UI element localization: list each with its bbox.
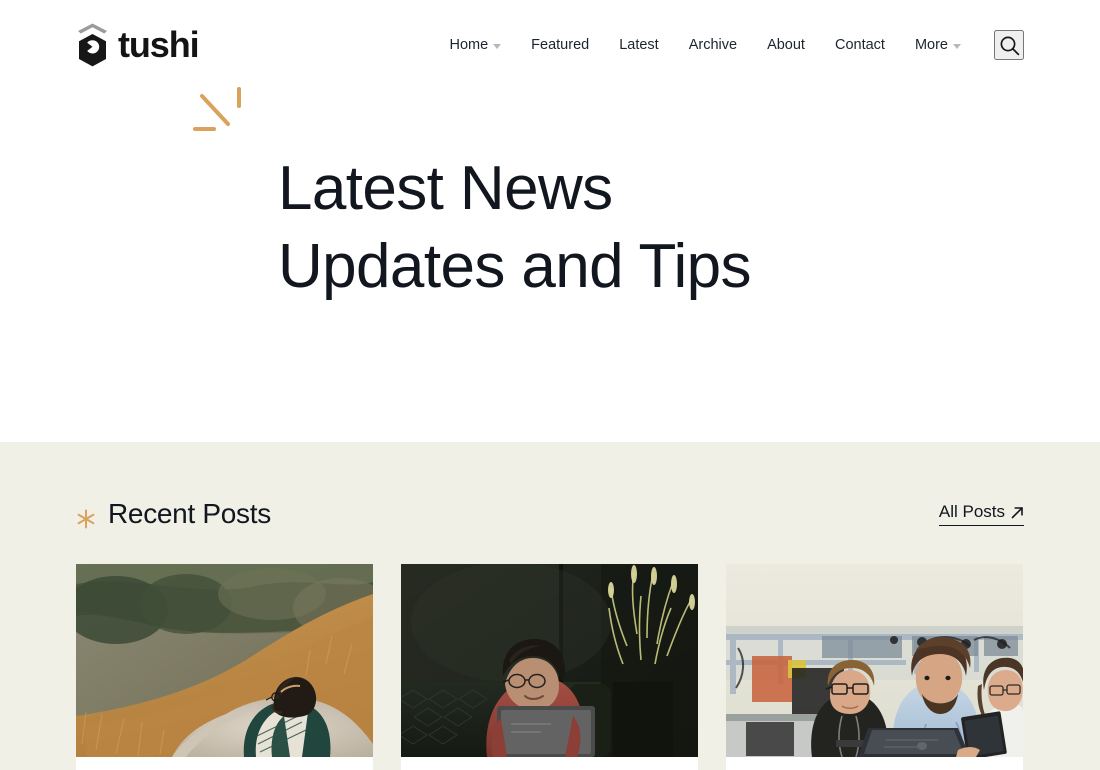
main-navigation: Home Featured Latest Archive About Conta… bbox=[434, 29, 1024, 61]
nav-label: About bbox=[767, 37, 805, 53]
post-thumbnail-image[interactable] bbox=[76, 564, 373, 757]
nav-label: Archive bbox=[688, 37, 738, 53]
site-header: tushi Home Featured Latest Archive About… bbox=[0, 0, 1100, 90]
post-card[interactable] bbox=[726, 564, 1023, 770]
nav-item-latest[interactable]: Latest bbox=[604, 29, 674, 61]
nav-label: Home bbox=[449, 37, 489, 53]
nav-label: Contact bbox=[834, 37, 885, 53]
post-card-body bbox=[76, 757, 373, 770]
post-thumbnail-image[interactable] bbox=[401, 564, 698, 757]
recent-posts-section: Recent Posts All Posts bbox=[0, 442, 1100, 770]
hexagon-chevron-logo-icon bbox=[76, 23, 109, 67]
post-card[interactable] bbox=[401, 564, 698, 770]
nav-item-featured[interactable]: Featured bbox=[516, 29, 604, 61]
brand-name: tushi bbox=[118, 24, 200, 65]
nav-item-more[interactable]: More bbox=[900, 29, 976, 61]
section-header: Recent Posts All Posts bbox=[76, 442, 1024, 530]
chevron-down-icon bbox=[493, 43, 502, 49]
section-title: Recent Posts bbox=[108, 498, 271, 529]
search-icon[interactable] bbox=[994, 30, 1024, 60]
hero-section: Latest News Updates and Tips bbox=[0, 87, 1100, 442]
nav-item-home[interactable]: Home bbox=[434, 29, 516, 61]
chevron-down-icon bbox=[953, 43, 961, 49]
nav-label: Latest bbox=[619, 37, 659, 53]
all-posts-label: All Posts bbox=[938, 502, 1005, 521]
post-card[interactable] bbox=[76, 564, 373, 770]
post-card-grid bbox=[76, 564, 1024, 770]
nav-item-about[interactable]: About bbox=[752, 29, 820, 61]
nav-item-contact[interactable]: Contact bbox=[820, 29, 900, 61]
brand-logo[interactable]: tushi bbox=[76, 23, 200, 67]
all-posts-link[interactable]: All Posts bbox=[938, 502, 1024, 526]
page-title: Latest News Updates and Tips bbox=[278, 154, 752, 301]
asterisk-sparkle-icon bbox=[76, 506, 96, 528]
section-title-group: Recent Posts bbox=[76, 498, 271, 530]
nav-item-archive[interactable]: Archive bbox=[674, 29, 752, 61]
post-card-body bbox=[401, 757, 698, 770]
nav-label: More bbox=[914, 37, 948, 53]
hero-content: Latest News Updates and Tips bbox=[193, 87, 752, 306]
arrow-up-right-icon bbox=[1011, 506, 1024, 519]
post-card-body bbox=[726, 757, 1023, 770]
post-thumbnail-image[interactable] bbox=[726, 564, 1023, 757]
nav-label: Featured bbox=[531, 37, 590, 53]
